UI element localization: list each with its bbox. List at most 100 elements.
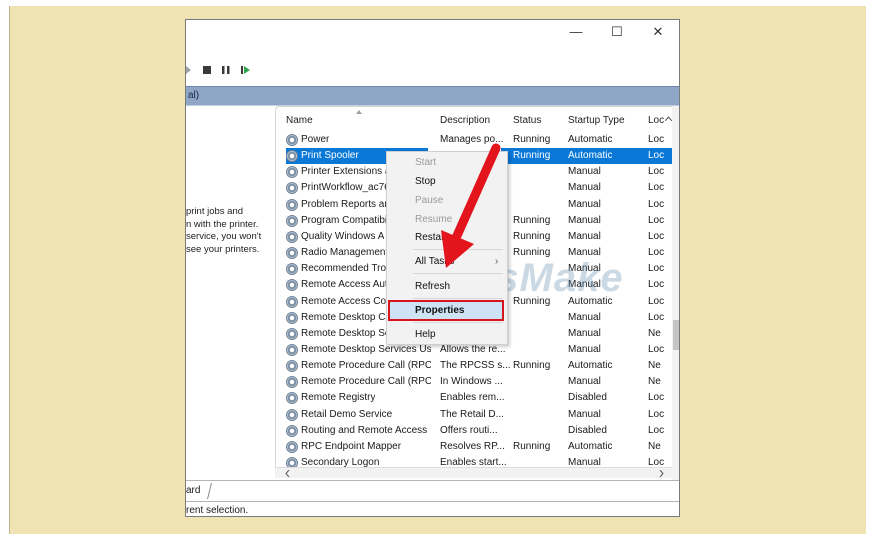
service-row[interactable]: Remote Procedure Call (RPC)... In Windows… (276, 374, 676, 390)
service-status: Running (513, 360, 551, 372)
service-name: Program Compatibi (301, 214, 388, 226)
service-gear-icon (286, 311, 298, 324)
service-name: Remote Access Con (301, 295, 392, 307)
service-logon: Ne (648, 440, 661, 452)
toolbar (186, 61, 679, 79)
pause-icon[interactable] (222, 66, 230, 74)
service-row[interactable]: RPC Endpoint Mapper Resolves RP... Running… (276, 439, 676, 455)
service-gear-icon (286, 424, 298, 437)
service-row[interactable]: Routing and Remote Access Offers routi...… (276, 423, 676, 439)
close-button[interactable]: ✕ (643, 22, 673, 42)
menu-item-properties[interactable]: Properties (415, 305, 464, 316)
service-name: Radio Management (301, 247, 389, 259)
service-logon: Loc (648, 408, 664, 420)
service-logon: Loc (648, 214, 664, 226)
service-gear-icon (286, 279, 298, 292)
column-header-log-on[interactable]: Loc (648, 115, 664, 131)
service-name: Remote Desktop Services Us... (301, 343, 431, 355)
service-row[interactable]: Remote Procedure Call (RPC) The RPCSS s..… (276, 358, 676, 374)
service-row[interactable]: Remote Registry Enables rem... Disabled Loc (276, 390, 676, 406)
service-name: Remote Procedure Call (RPC) (301, 360, 431, 372)
column-header-startup-type[interactable]: Startup Type (568, 115, 625, 131)
menu-separator (413, 273, 503, 274)
status-bar: rent selection. (186, 501, 679, 516)
service-name: RPC Endpoint Mapper (301, 440, 402, 452)
service-gear-icon (286, 440, 298, 453)
service-status: Running (513, 134, 551, 145)
service-logon: Ne (648, 360, 661, 372)
vertical-scroll-thumb[interactable] (673, 320, 679, 350)
column-header-description[interactable]: Description (440, 115, 490, 131)
service-logon: Loc (648, 295, 664, 307)
service-logon: Loc (648, 263, 664, 275)
service-status: Running (513, 150, 551, 162)
service-description: The Retail D... (440, 408, 504, 420)
service-startup-type: Automatic (568, 360, 613, 372)
restart-icon[interactable] (241, 66, 251, 74)
service-logon: Loc (648, 279, 664, 291)
service-logon: Loc (648, 392, 664, 404)
service-gear-icon (286, 408, 298, 421)
service-startup-type: Manual (568, 166, 601, 178)
menu-item-start[interactable]: Start (415, 157, 436, 168)
service-logon: Loc (648, 182, 664, 194)
service-name: Remote Registry (301, 392, 376, 404)
service-gear-icon (286, 166, 298, 179)
service-startup-type: Automatic (568, 150, 613, 162)
maximize-button[interactable]: ☐ (602, 22, 632, 42)
services-header-strip: al) (186, 86, 679, 106)
service-gear-icon (286, 150, 298, 163)
service-gear-icon (286, 392, 298, 405)
service-description: The RPCSS s... (440, 360, 511, 372)
service-gear-icon (286, 182, 298, 195)
service-logon: Loc (648, 230, 664, 242)
service-gear-icon (286, 263, 298, 276)
vertical-scrollbar[interactable] (672, 106, 679, 480)
menu-item-help[interactable]: Help (415, 329, 436, 340)
service-startup-type: Manual (568, 214, 601, 226)
play-partial-icon[interactable] (186, 66, 192, 74)
service-name: Quality Windows A (301, 230, 385, 242)
service-startup-type: Manual (568, 408, 601, 420)
service-gear-icon (286, 214, 298, 227)
scroll-left-icon[interactable] (285, 470, 290, 477)
tab-label[interactable]: ard (186, 485, 200, 496)
service-description: Enables rem... (440, 392, 505, 404)
service-logon: Loc (648, 311, 664, 323)
column-header-status[interactable]: Status (513, 115, 541, 131)
scroll-up-icon[interactable] (665, 116, 672, 121)
service-name: Remote Procedure Call (RPC)... (301, 376, 431, 388)
description-panel: print jobs and n with the printer. servi… (186, 206, 276, 256)
service-description: Allows the re... (440, 343, 506, 355)
service-gear-icon (286, 230, 298, 243)
column-header-name[interactable]: Name (286, 115, 313, 131)
service-logon: Loc (648, 424, 664, 436)
service-status: Running (513, 214, 551, 226)
description-line: n with the printer. (186, 218, 259, 230)
service-status: Running (513, 230, 551, 242)
service-description: Offers routi... (440, 424, 498, 436)
stop-icon[interactable] (203, 66, 211, 74)
service-logon: Loc (648, 198, 664, 210)
title-bar: — ☐ ✕ (186, 20, 679, 48)
service-startup-type: Manual (568, 230, 601, 242)
description-line: print jobs and (186, 206, 244, 217)
menu-separator (413, 322, 503, 323)
status-text: rent selection. (186, 505, 249, 516)
service-row[interactable]: Retail Demo Service The Retail D... Manual… (276, 407, 676, 423)
service-name: Recommended Trou (301, 263, 392, 275)
horizontal-scrollbar[interactable] (275, 467, 672, 478)
header-title: al) (188, 90, 200, 101)
service-startup-type: Automatic (568, 134, 613, 145)
service-name: Routing and Remote Access (301, 424, 428, 436)
service-name: Power (301, 134, 330, 145)
service-startup-type: Disabled (568, 392, 607, 404)
service-status: Running (513, 440, 551, 452)
service-name: Problem Reports an (301, 198, 390, 210)
menu-item-stop[interactable]: Stop (415, 176, 436, 187)
minimize-button[interactable]: — (561, 22, 591, 42)
scroll-right-icon[interactable] (659, 470, 664, 477)
service-startup-type: Manual (568, 182, 601, 194)
service-logon: Loc (648, 343, 664, 355)
menu-item-refresh[interactable]: Refresh (415, 281, 450, 292)
